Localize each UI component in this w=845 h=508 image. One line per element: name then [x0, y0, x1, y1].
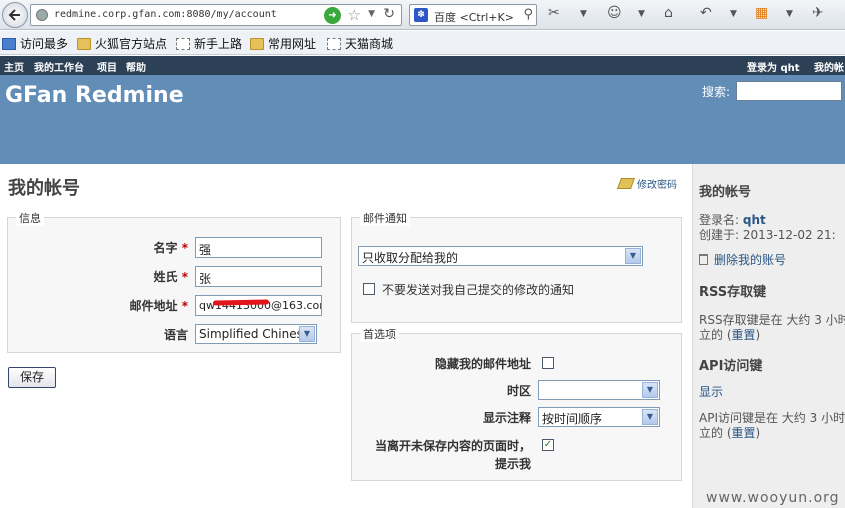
url-text: redmine.corp.gfan.com:8080/my/account — [54, 9, 277, 20]
chevron-down-icon: ▼ — [299, 326, 315, 342]
redaction-scribble — [212, 299, 270, 306]
search-input[interactable] — [736, 81, 842, 101]
info-fieldset: 信息 名字 * 强 姓氏 * 张 邮件地址 * qw14413000@163.c… — [7, 210, 341, 353]
baidu-paw-icon[interactable]: ✽ — [414, 8, 428, 22]
api-show-link[interactable]: 显示 — [699, 383, 723, 400]
api-reset-link[interactable]: 重置 — [732, 426, 756, 440]
hide-mail-label: 隐藏我的邮件地址 — [434, 357, 531, 371]
api-key-text-2: 立的 (重置) — [699, 426, 761, 440]
language-label: 语言 — [163, 328, 188, 342]
extension-icon[interactable]: ✈ — [812, 5, 824, 21]
page-icon — [176, 37, 190, 50]
no-self-notified-checkbox[interactable] — [363, 283, 375, 295]
history-dropdown-icon[interactable]: ▼ — [368, 9, 375, 19]
top-menu-projects[interactable]: 项目 — [97, 59, 117, 74]
lastname-label: 姓氏 * — [153, 270, 188, 284]
bookmark-most-visited[interactable]: 访问最多 — [2, 35, 68, 52]
trash-icon — [699, 254, 708, 265]
reload-icon[interactable]: ↻ — [383, 6, 395, 22]
warn-leave-label-1: 当离开未保存内容的页面时， — [374, 439, 531, 453]
go-icon[interactable]: ➜ — [324, 7, 341, 24]
undo-icon[interactable]: ↶ — [700, 5, 712, 21]
folder-icon — [77, 37, 91, 50]
email-label: 邮件地址 * — [129, 299, 188, 313]
site-header: GFan Redmine 搜索: — [0, 75, 845, 164]
logged-in-as: 登录为 qht — [747, 63, 800, 74]
no-self-notified-label: 不要发送对我自己提交的修改的通知 — [382, 283, 575, 297]
main-content: 我的帐号 修改密码 信息 名字 * 强 姓氏 * 张 邮件地址 * qw1441… — [0, 164, 692, 508]
back-arrow-icon — [8, 9, 20, 21]
comments-sorting-label: 显示注释 — [482, 411, 531, 425]
bookmark-star-icon[interactable]: ☆ — [348, 6, 361, 24]
sidebar-title: 我的帐号 — [699, 185, 752, 200]
browser-navbar: redmine.corp.gfan.com:8080/my/account ➜ … — [0, 0, 845, 30]
folder-icon — [250, 37, 264, 50]
mail-notification-fieldset: 邮件通知 只收取分配给我的 ▼ 不要发送对我自己提交的修改的通知 — [351, 210, 682, 323]
login-user-link[interactable]: qht — [743, 213, 766, 227]
most-visited-icon — [2, 37, 16, 50]
lastname-input[interactable]: 张 — [195, 266, 322, 287]
language-select[interactable]: Simplified Chinese ▼ — [195, 324, 317, 344]
home-icon[interactable]: ⌂ — [664, 5, 673, 21]
delete-account-link[interactable]: 删除我的账号 — [699, 251, 786, 268]
preferences-legend: 首选项 — [360, 326, 399, 342]
search-label: 搜索: — [702, 85, 731, 99]
chevron-down-icon: ▼ — [642, 382, 658, 398]
page-title: 我的帐号 — [8, 178, 80, 199]
api-key-title: API访问键 — [699, 359, 763, 374]
bookmark-tmall[interactable]: 天猫商城 — [327, 35, 393, 52]
top-menu-help[interactable]: 帮助 — [126, 59, 146, 74]
apps-icon[interactable]: ▦ — [755, 5, 768, 21]
created-on: 创建于: 2013-12-02 21: — [699, 228, 836, 242]
screenshot-icon[interactable]: ✂ — [548, 5, 560, 21]
rss-key-title: RSS存取键 — [699, 285, 767, 300]
search-engine-text: 百度 <Ctrl+K> — [434, 11, 514, 24]
mail-legend: 邮件通知 — [360, 210, 410, 226]
bookmark-firefox-site[interactable]: 火狐官方站点 — [77, 35, 167, 52]
rss-reset-link[interactable]: 重置 — [732, 328, 756, 342]
comments-sorting-select[interactable]: 按时间顺序 ▼ — [538, 407, 660, 427]
back-button[interactable] — [2, 2, 28, 28]
top-menu: 主页 我的工作台 项目 帮助 登录为 qht 我的帐 — [0, 56, 845, 75]
watermark: www.wooyun.org — [706, 490, 840, 506]
chevron-down-icon: ▼ — [625, 248, 641, 264]
top-menu-home[interactable]: 主页 — [4, 59, 24, 74]
chevron-down-icon[interactable]: ▼ — [786, 9, 793, 19]
hide-mail-checkbox[interactable] — [542, 357, 554, 369]
rss-key-text-2: 立的 (重置) — [699, 328, 761, 342]
chevron-down-icon[interactable]: ▼ — [638, 9, 645, 19]
email-input[interactable]: qw14413000@163.com — [195, 295, 322, 316]
top-menu-my-account[interactable]: 我的帐 — [814, 59, 844, 74]
bookmarks-bar: 访问最多 火狐官方站点 新手上路 常用网址 天猫商城 — [0, 31, 845, 55]
firstname-input[interactable]: 强 — [195, 237, 322, 258]
timezone-select[interactable]: ▼ — [538, 380, 660, 400]
mail-notification-select[interactable]: 只收取分配给我的 ▼ — [358, 246, 643, 266]
sidebar: 我的帐号 登录名: qht 创建于: 2013-12-02 21: 删除我的账号… — [692, 164, 845, 508]
timezone-label: 时区 — [506, 384, 531, 398]
search-icon[interactable]: ⚲ — [523, 7, 533, 22]
bookmark-getting-started[interactable]: 新手上路 — [176, 35, 242, 52]
globe-icon — [36, 9, 48, 21]
top-menu-my-page[interactable]: 我的工作台 — [34, 59, 84, 74]
firstname-label: 名字 * — [153, 241, 188, 255]
chevron-down-icon[interactable]: ▼ — [730, 9, 737, 19]
smiley-icon[interactable]: ☺ — [607, 5, 622, 21]
warn-leave-label-2: 提示我 — [494, 457, 531, 471]
chevron-down-icon[interactable]: ▼ — [580, 9, 587, 19]
info-legend: 信息 — [16, 210, 44, 226]
warn-leave-checkbox[interactable]: ✓ — [542, 439, 554, 451]
bookmark-common-sites[interactable]: 常用网址 — [250, 35, 316, 52]
page-icon — [327, 37, 341, 50]
site-title: GFan Redmine — [5, 83, 184, 108]
change-password-link[interactable]: 修改密码 — [616, 176, 677, 191]
pencil-icon — [616, 178, 636, 189]
chevron-down-icon: ▼ — [642, 409, 658, 425]
preferences-fieldset: 首选项 隐藏我的邮件地址 时区 ▼ 显示注释 按时间顺序 ▼ 当离开未保存内容的… — [351, 326, 682, 481]
save-button[interactable]: 保存 — [8, 367, 56, 388]
url-bar[interactable]: redmine.corp.gfan.com:8080/my/account ➜ … — [30, 4, 402, 26]
search-bar[interactable]: ✽ 百度 <Ctrl+K> ⚲ — [409, 4, 537, 26]
